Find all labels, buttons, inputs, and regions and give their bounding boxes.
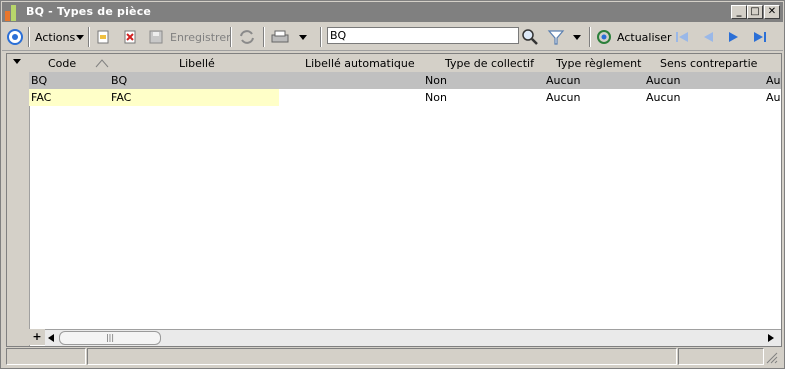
table-row[interactable]: FAC FAC Non Aucun Aucun Au [29,89,781,106]
next-record-icon[interactable] [726,27,742,47]
edit-cell-highlight [29,89,279,106]
close-button[interactable]: ✕ [764,5,780,19]
status-panel [6,348,86,365]
column-header-type-reglement[interactable]: Type règlement [556,57,641,70]
table-row[interactable]: BQ BQ Non Aucun Aucun Au [29,72,781,89]
cell-type-reglement[interactable]: Aucun [546,74,581,87]
column-chooser-icon[interactable] [12,56,22,69]
delete-icon[interactable] [122,27,138,47]
first-record-icon[interactable] [674,27,690,47]
cell-libelle[interactable]: FAC [111,91,131,104]
column-header-code[interactable]: Code [48,57,76,70]
filter-icon[interactable] [547,27,565,47]
cell-sens-contrepartie[interactable]: Aucun [646,74,681,87]
title-bar[interactable]: BQ - Types de pièce _ □ ✕ [2,2,783,22]
save-icon [149,30,163,44]
save-button[interactable]: Enregistrer [148,27,231,47]
column-header-sens-contrepartie[interactable]: Sens contrepartie [660,57,757,70]
add-row-button[interactable]: + [29,329,46,345]
main-window: BQ - Types de pièce _ □ ✕ Actions Enregi… [0,0,785,369]
minimize-button[interactable]: _ [731,5,747,19]
status-panel [87,348,677,365]
refresh-icon [597,30,611,44]
sync-icon[interactable] [238,27,256,47]
window-title: BQ - Types de pièce [26,5,152,18]
horizontal-scrollbar[interactable]: ||| [45,329,781,346]
search-input[interactable] [327,27,519,44]
refresh-label: Actualiser [617,30,672,44]
filter-dropdown-icon[interactable] [572,27,582,47]
sort-ascending-icon [95,58,109,71]
cell-code[interactable]: FAC [31,91,51,104]
save-label: Enregistrer [170,30,231,44]
new-document-icon[interactable] [95,27,111,47]
chevron-down-icon [76,35,85,40]
actions-menu-button[interactable]: Actions [35,27,85,47]
column-header-libelle-automatique[interactable]: Libellé automatique [305,57,415,70]
status-panel [678,348,764,365]
resize-grip-icon[interactable] [766,352,778,367]
cell-extra[interactable]: Au [766,74,781,87]
cell-type-collectif[interactable]: Non [425,91,447,104]
last-record-icon[interactable] [752,27,768,47]
scroll-left-icon[interactable] [47,333,55,346]
scroll-thumb[interactable]: ||| [59,331,161,345]
column-header-libelle[interactable]: Libellé [179,57,215,70]
cell-type-collectif[interactable]: Non [425,74,447,87]
cell-extra[interactable]: Au [766,91,781,104]
row-header-column [7,72,30,346]
cell-libelle[interactable]: BQ [111,74,127,87]
actions-label: Actions [35,30,76,44]
chevron-down-icon [299,35,307,40]
refresh-button[interactable]: Actualiser [596,27,672,47]
printer-icon [271,30,289,43]
grid-header: Code Libellé Libellé automatique Type de… [7,54,781,73]
column-header-type-collectif[interactable]: Type de collectif [445,57,534,70]
data-grid: Code Libellé Libellé automatique Type de… [6,53,782,347]
maximize-button[interactable]: □ [747,5,763,19]
scroll-right-icon[interactable] [767,333,775,346]
print-menu-button[interactable] [270,27,308,47]
search-icon[interactable] [521,27,539,47]
cell-type-reglement[interactable]: Aucun [546,91,581,104]
cell-code[interactable]: BQ [31,74,47,87]
cell-sens-contrepartie[interactable]: Aucun [646,91,681,104]
app-icon [5,5,21,21]
toolbar: Actions Enregistrer BQ Actualiser [2,24,783,51]
previous-record-icon[interactable] [700,27,716,47]
options-icon[interactable] [6,27,24,47]
status-bar [6,348,780,366]
